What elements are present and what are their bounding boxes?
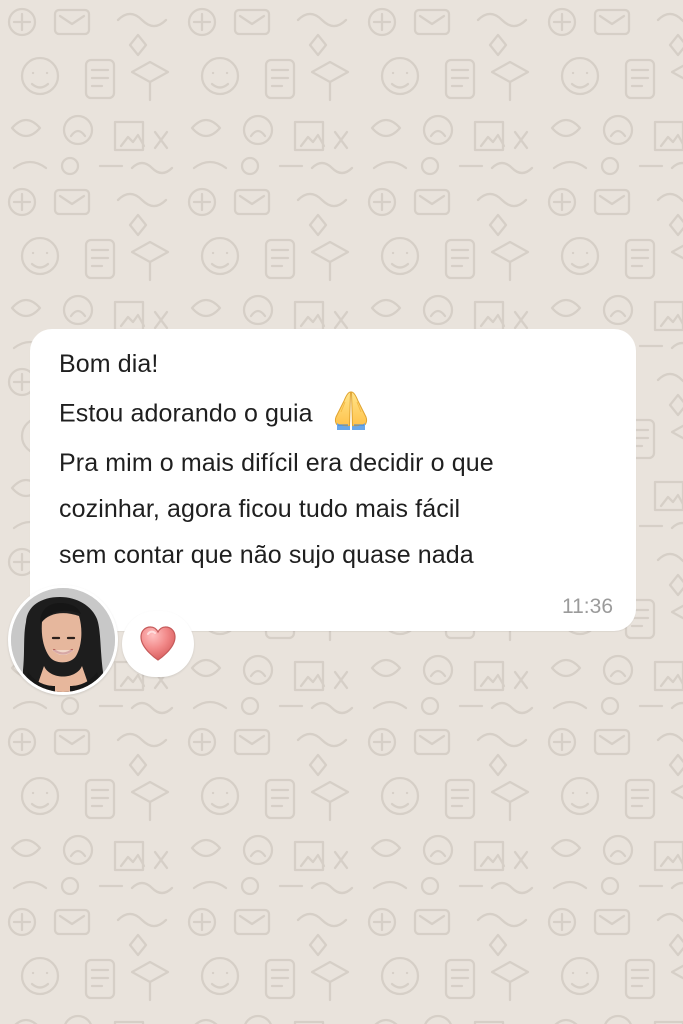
message-text: Bom dia! Estou adorando o guia Pra mim o… — [59, 349, 616, 571]
reaction-badge[interactable] — [122, 611, 194, 677]
message-line-greeting: Bom dia! — [59, 350, 159, 378]
heart-icon — [140, 626, 176, 661]
message-line-3: sem contar que não sujo quase nada — [59, 541, 474, 569]
message-line-guide: Estou adorando o guia — [59, 391, 616, 434]
message-line-1: Pra mim o mais difícil era decidir o que — [59, 449, 494, 477]
message-line-guide-text: Estou adorando o guia — [59, 399, 313, 428]
avatar[interactable] — [8, 585, 118, 695]
message-bubble[interactable]: Bom dia! Estou adorando o guia Pra mim o… — [30, 329, 636, 631]
message-line-2: cozinhar, agora ficou tudo mais fácil — [59, 495, 461, 523]
profile-photo-avatar-icon — [11, 588, 115, 692]
message-timestamp: 11:36 — [562, 595, 613, 618]
folded-hands-emoji-icon — [328, 388, 374, 434]
